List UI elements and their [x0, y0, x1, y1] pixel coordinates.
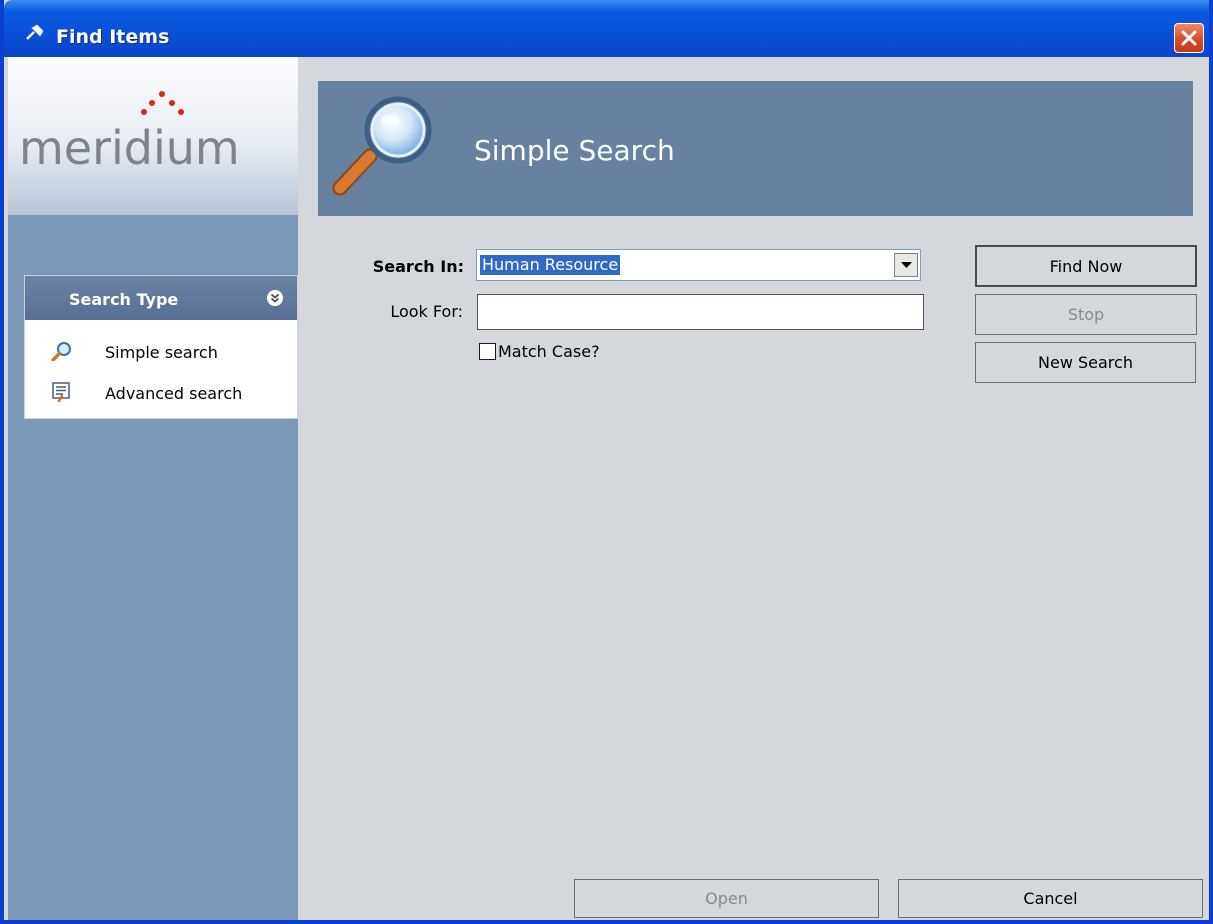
- pin-icon: [26, 24, 44, 40]
- chevron-down-icon: [901, 262, 912, 268]
- simple-search-label: Simple search: [105, 343, 218, 362]
- advanced-search-label: Advanced search: [105, 384, 243, 403]
- window-title: Find Items: [56, 26, 170, 48]
- find-now-button[interactable]: Find Now: [975, 245, 1197, 287]
- logo-dot: [141, 109, 147, 115]
- meridium-logo: meridium: [19, 121, 240, 175]
- close-button[interactable]: [1174, 23, 1204, 53]
- close-icon: [1181, 30, 1197, 46]
- search-type-panel: Search Type Simple search Advanced searc…: [24, 275, 298, 419]
- search-in-dropdown[interactable]: Human Resource: [476, 249, 921, 281]
- search-in-label: Search In:: [372, 257, 464, 276]
- search-type-title: Search Type: [69, 290, 179, 309]
- sidebar-item-simple-search[interactable]: Simple search: [25, 335, 297, 367]
- logo-dot: [178, 109, 184, 115]
- match-case-checkbox[interactable]: [479, 343, 496, 360]
- large-magnifier-icon: [332, 96, 432, 196]
- open-button[interactable]: Open: [574, 879, 879, 918]
- stop-button[interactable]: Stop: [975, 294, 1197, 335]
- banner-title: Simple Search: [474, 134, 675, 167]
- new-search-button[interactable]: New Search: [975, 342, 1196, 383]
- search-in-value: Human Resource: [480, 255, 621, 275]
- cancel-button[interactable]: Cancel: [898, 879, 1203, 918]
- search-type-header[interactable]: Search Type: [25, 276, 297, 320]
- title-bar[interactable]: Find Items: [4, 0, 1209, 57]
- logo-area: meridium: [8, 57, 298, 215]
- look-for-label: Look For:: [390, 302, 463, 321]
- main-content: Simple Search Search In: Human Resource …: [298, 57, 1209, 920]
- simple-search-banner: Simple Search: [318, 81, 1193, 216]
- match-case-label[interactable]: Match Case?: [498, 342, 600, 361]
- collapse-chevron-icon[interactable]: [267, 290, 283, 306]
- sidebar: meridium Search Type Simple search Advan…: [8, 57, 298, 920]
- logo-dot: [169, 100, 175, 106]
- sidebar-item-advanced-search[interactable]: Advanced search: [25, 376, 297, 408]
- dropdown-arrow-button[interactable]: [894, 253, 918, 277]
- magnifier-icon: [51, 342, 71, 361]
- find-items-window: Find Items meridium Search Type Simple s…: [0, 0, 1213, 924]
- logo-dot: [149, 100, 155, 106]
- advanced-search-icon: [52, 382, 70, 402]
- logo-dot: [159, 91, 165, 97]
- look-for-input[interactable]: [477, 294, 924, 330]
